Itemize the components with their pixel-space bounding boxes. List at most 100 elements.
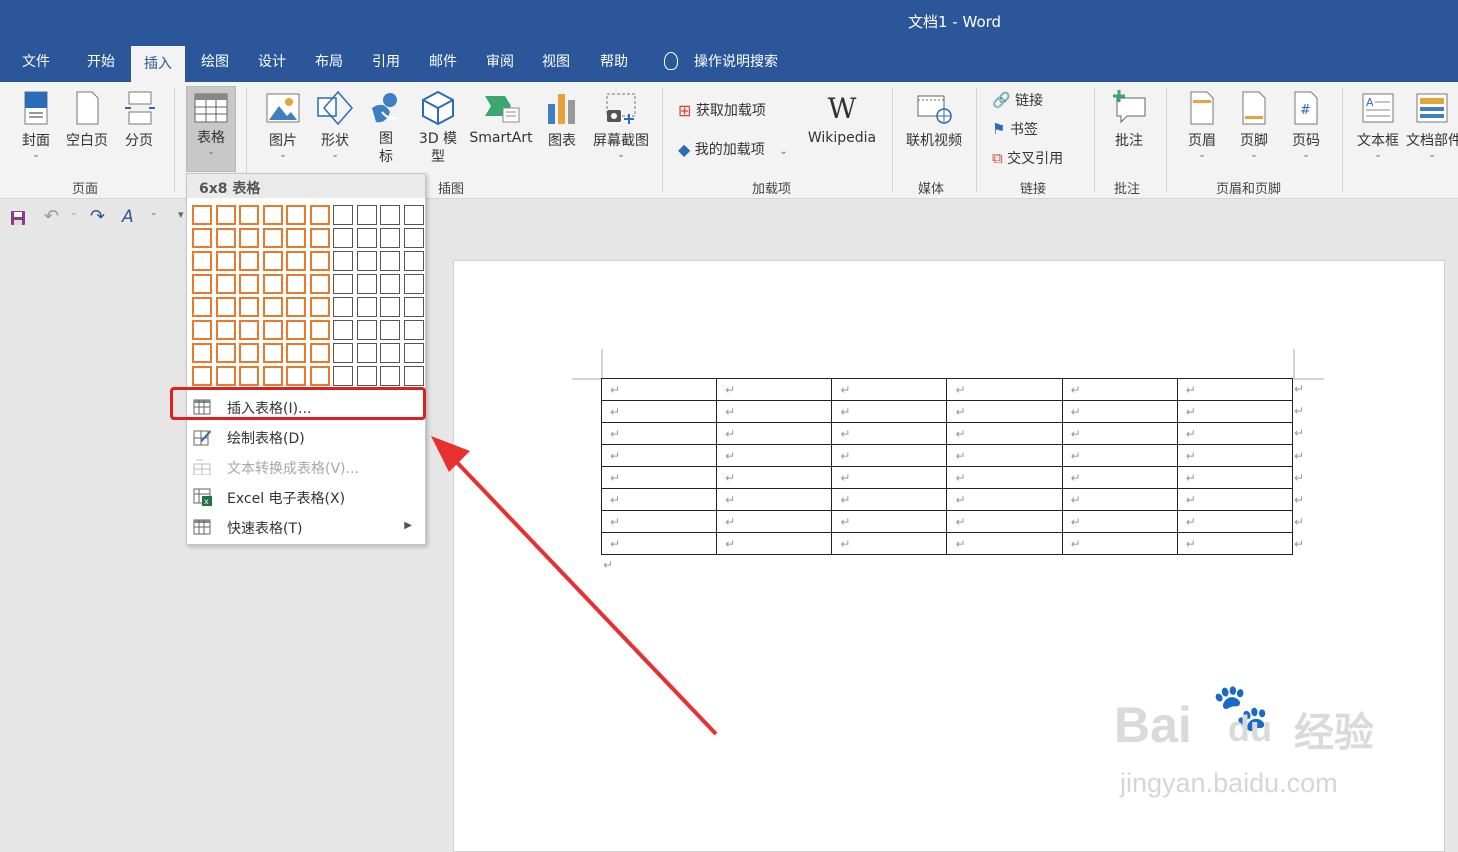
- table-cell[interactable]: ↵: [1176, 510, 1294, 533]
- page-break-button[interactable]: 分页: [118, 90, 160, 150]
- grid-cell[interactable]: [239, 320, 259, 340]
- grid-cell[interactable]: [403, 297, 424, 317]
- grid-cell[interactable]: [309, 251, 330, 271]
- shapes-button[interactable]: 形状 ⌄: [312, 90, 358, 160]
- grid-cell[interactable]: [286, 251, 306, 271]
- chevron-down-icon[interactable]: ⌄: [150, 208, 158, 218]
- grid-cell[interactable]: [309, 274, 330, 294]
- grid-cell[interactable]: [192, 205, 212, 225]
- table-cell[interactable]: ↵: [600, 400, 718, 423]
- grid-cell[interactable]: [309, 366, 330, 386]
- link-button[interactable]: 🔗 链接: [992, 90, 1043, 110]
- grid-cell[interactable]: [380, 228, 400, 248]
- grid-cell[interactable]: [380, 343, 400, 363]
- grid-cell[interactable]: [192, 320, 212, 340]
- grid-cell[interactable]: [356, 274, 377, 294]
- grid-cell[interactable]: [356, 297, 377, 317]
- table-cell[interactable]: ↵: [1176, 532, 1294, 555]
- tab-layout[interactable]: 布局: [315, 53, 343, 71]
- table-cell[interactable]: ↵: [831, 488, 948, 511]
- table-cell[interactable]: ↵: [831, 510, 948, 533]
- table-cell[interactable]: ↵: [600, 444, 718, 467]
- get-addins-button[interactable]: ⊞ 获取加载项: [678, 100, 766, 120]
- my-addins-button[interactable]: ◆ 我的加载项 ⌄: [678, 139, 788, 159]
- table-cell[interactable]: ↵: [716, 510, 833, 533]
- redo-icon[interactable]: ↷: [90, 206, 105, 227]
- grid-cell[interactable]: [380, 205, 400, 225]
- tell-me-search[interactable]: 操作说明搜索: [694, 53, 778, 71]
- tab-references[interactable]: 引用: [372, 53, 400, 71]
- grid-cell[interactable]: [403, 343, 424, 363]
- save-icon[interactable]: [10, 210, 26, 226]
- grid-cell[interactable]: [239, 205, 259, 225]
- grid-cell[interactable]: [333, 251, 353, 271]
- table-cell[interactable]: ↵: [1061, 466, 1178, 489]
- online-video-button[interactable]: 联机视频: [900, 90, 968, 150]
- table-cell[interactable]: ↵: [946, 532, 1063, 555]
- grid-cell[interactable]: [309, 320, 330, 340]
- table-cell[interactable]: ↵: [1176, 488, 1294, 511]
- grid-cell[interactable]: [309, 228, 330, 248]
- grid-cell[interactable]: [403, 228, 424, 248]
- table-cell[interactable]: ↵: [831, 400, 948, 423]
- grid-cell[interactable]: [333, 228, 353, 248]
- 3d-model-button[interactable]: 3D 模 型: [416, 90, 460, 166]
- spelling-check-icon[interactable]: A: [122, 207, 134, 227]
- icons-button[interactable]: 图 标: [366, 90, 406, 166]
- grid-cell[interactable]: [333, 297, 353, 317]
- table-cell[interactable]: ↵: [1061, 378, 1178, 401]
- table-cell[interactable]: ↵: [831, 532, 948, 555]
- grid-cell[interactable]: [403, 205, 424, 225]
- smartart-button[interactable]: SmartArt: [466, 90, 536, 146]
- table-cell[interactable]: ↵: [831, 422, 948, 445]
- grid-cell[interactable]: [192, 343, 212, 363]
- table-cell[interactable]: ↵: [600, 510, 718, 533]
- grid-cell[interactable]: [215, 274, 236, 294]
- grid-cell[interactable]: [286, 228, 306, 248]
- tab-mailings[interactable]: 邮件: [429, 53, 457, 71]
- grid-cell[interactable]: [333, 274, 353, 294]
- grid-cell[interactable]: [286, 320, 306, 340]
- table-cell[interactable]: ↵: [1176, 378, 1294, 401]
- new-comment-button[interactable]: 批注: [1106, 90, 1152, 150]
- grid-cell[interactable]: [333, 320, 353, 340]
- grid-cell[interactable]: [286, 343, 306, 363]
- grid-cell[interactable]: [286, 205, 306, 225]
- grid-cell[interactable]: [262, 343, 283, 363]
- undo-dropdown-icon[interactable]: ⌄: [70, 208, 78, 218]
- chart-button[interactable]: 图表: [542, 90, 582, 150]
- table-cell[interactable]: ↵: [946, 378, 1063, 401]
- grid-cell[interactable]: [239, 297, 259, 317]
- quick-tables-item[interactable]: 快速表格(T) ▶: [188, 512, 424, 542]
- grid-cell[interactable]: [333, 366, 353, 386]
- table-cell[interactable]: ↵: [1176, 444, 1294, 467]
- footer-button[interactable]: 页脚 ⌄: [1232, 90, 1276, 160]
- grid-cell[interactable]: [380, 297, 400, 317]
- tab-design[interactable]: 设计: [258, 53, 286, 71]
- table-cell[interactable]: ↵: [946, 400, 1063, 423]
- customize-toolbar-icon[interactable]: ▾: [178, 208, 184, 221]
- table-cell[interactable]: ↵: [600, 378, 718, 401]
- grid-cell[interactable]: [309, 343, 330, 363]
- grid-cell[interactable]: [215, 343, 236, 363]
- grid-cell[interactable]: [309, 297, 330, 317]
- grid-cell[interactable]: [262, 297, 283, 317]
- grid-cell[interactable]: [215, 251, 236, 271]
- table-cell[interactable]: ↵: [716, 444, 833, 467]
- grid-cell[interactable]: [403, 251, 424, 271]
- table-cell[interactable]: ↵: [831, 378, 948, 401]
- grid-cell[interactable]: [192, 274, 212, 294]
- picture-button[interactable]: 图片 ⌄: [260, 90, 306, 160]
- grid-cell[interactable]: [239, 251, 259, 271]
- table-cell[interactable]: ↵: [1061, 510, 1178, 533]
- table-cell[interactable]: ↵: [716, 422, 833, 445]
- grid-cell[interactable]: [239, 274, 259, 294]
- grid-cell[interactable]: [380, 366, 400, 386]
- grid-cell[interactable]: [262, 274, 283, 294]
- grid-cell[interactable]: [239, 366, 259, 386]
- grid-cell[interactable]: [356, 343, 377, 363]
- grid-cell[interactable]: [380, 274, 400, 294]
- table-cell[interactable]: ↵: [716, 466, 833, 489]
- table-cell[interactable]: ↵: [946, 444, 1063, 467]
- grid-cell[interactable]: [262, 366, 283, 386]
